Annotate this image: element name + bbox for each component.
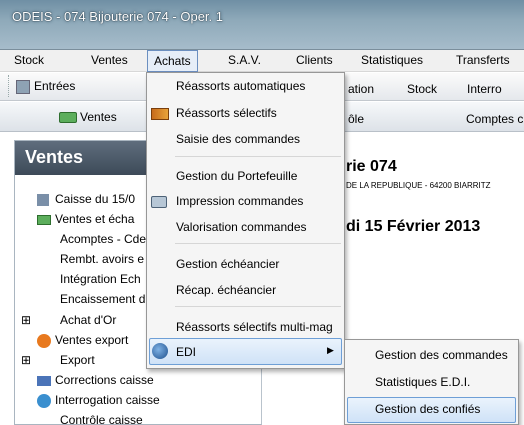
ventes-tab-label: Ventes xyxy=(80,110,117,124)
ventes-icon xyxy=(37,214,51,225)
menu-item-reassorts-automatiques[interactable]: Réassorts automatiques xyxy=(176,79,305,93)
submenu-item-gestion-confies[interactable]: Gestion des confiés xyxy=(375,402,480,416)
submenu-item-gestion-commandes[interactable]: Gestion des commandes xyxy=(375,348,508,362)
menu-ventes[interactable]: Ventes xyxy=(91,53,128,67)
menu-item-recap-echeancier[interactable]: Récap. échéancier xyxy=(176,283,276,297)
shop-address: DE LA REPUBLIQUE - 64200 BIARRITZ xyxy=(346,181,491,190)
list-item[interactable]: Ventes et écha xyxy=(37,212,134,226)
comptes-tab[interactable]: Comptes c xyxy=(466,112,523,126)
menu-sav[interactable]: S.A.V. xyxy=(228,53,261,67)
list-item[interactable]: Encaissement d xyxy=(60,292,145,306)
entrees-label: Entrées xyxy=(34,79,76,93)
list-item[interactable]: Caisse du 15/0 xyxy=(37,192,135,206)
expand-toggle[interactable]: ⊞ xyxy=(21,353,31,367)
list-item[interactable]: Contrôle caisse xyxy=(60,413,143,425)
list-item-label: Ventes export xyxy=(55,333,129,347)
entrees-button[interactable]: Entrées xyxy=(16,79,75,94)
menu-statistiques[interactable]: Statistiques xyxy=(361,53,423,67)
menu-item-gestion-portefeuille[interactable]: Gestion du Portefeuille xyxy=(176,169,297,183)
stock-button[interactable]: Stock xyxy=(407,82,437,96)
menu-bar: Stock Ventes Achats S.A.V. Clients Stati… xyxy=(0,50,524,72)
current-date: di 15 Février 2013 xyxy=(346,218,481,235)
list-item[interactable]: Corrections caisse xyxy=(37,373,154,387)
list-item[interactable]: Export xyxy=(60,353,95,367)
menu-item-gestion-echeancier[interactable]: Gestion échéancier xyxy=(176,257,279,271)
menu-stock[interactable]: Stock xyxy=(14,53,44,67)
menu-achats[interactable]: Achats xyxy=(147,50,198,72)
list-item[interactable]: Intégration Ech xyxy=(60,272,141,286)
list-item[interactable]: Interrogation caisse xyxy=(37,393,160,408)
ation-button[interactable]: ation xyxy=(348,82,374,96)
ventes-icon xyxy=(59,112,77,124)
menu-item-reassorts-selectifs[interactable]: Réassorts sélectifs xyxy=(176,106,277,120)
list-item[interactable]: Rembt. avoirs e xyxy=(60,252,144,266)
shop-name: rie 074 xyxy=(346,158,397,175)
ventes-tab[interactable]: Ventes xyxy=(59,110,117,124)
menu-item-reassorts-multi-mag[interactable]: Réassorts sélectifs multi-mag xyxy=(176,320,333,334)
menu-item-valorisation-commandes[interactable]: Valorisation commandes xyxy=(176,220,307,234)
menu-item-impression-commandes[interactable]: Impression commandes xyxy=(176,194,303,208)
export-icon xyxy=(37,333,51,348)
expand-toggle[interactable]: ⊞ xyxy=(21,313,31,327)
edi-icon xyxy=(152,343,168,359)
controle-tab[interactable]: ôle xyxy=(348,112,364,126)
submenu-arrow-icon: ▶ xyxy=(327,345,334,355)
menu-item-edi[interactable]: EDI xyxy=(176,345,196,359)
window-title: ODEIS - 074 Bijouterie 074 - Oper. 1 xyxy=(12,9,223,24)
submenu-item-statistiques-edi[interactable]: Statistiques E.D.I. xyxy=(375,375,470,389)
list-item-label: Ventes et écha xyxy=(55,212,135,226)
list-item-label: Interrogation caisse xyxy=(55,393,160,407)
cash-register-icon xyxy=(37,193,49,206)
printer-icon xyxy=(151,194,167,208)
achats-dropdown: Réassorts automatiques Réassorts sélecti… xyxy=(146,72,345,369)
menu-item-saisie-commandes[interactable]: Saisie des commandes xyxy=(176,132,300,146)
corrections-icon xyxy=(37,375,51,386)
title-bar: ODEIS - 074 Bijouterie 074 - Oper. 1 xyxy=(0,0,524,50)
list-item[interactable]: Acomptes - Cde xyxy=(60,232,146,246)
reassorts-icon xyxy=(151,106,169,120)
list-item[interactable]: Achat d'Or xyxy=(60,313,116,327)
menu-clients[interactable]: Clients xyxy=(296,53,333,67)
edi-submenu: Gestion des commandes Statistiques E.D.I… xyxy=(344,339,519,425)
entrees-icon xyxy=(16,79,30,94)
list-item[interactable]: Ventes export xyxy=(37,333,128,348)
interro-button[interactable]: Interro xyxy=(467,82,502,96)
list-item-label: Corrections caisse xyxy=(55,373,154,387)
list-item-label: Caisse du 15/0 xyxy=(55,192,136,206)
globe-icon xyxy=(37,393,51,408)
menu-transferts[interactable]: Transferts xyxy=(456,53,510,67)
